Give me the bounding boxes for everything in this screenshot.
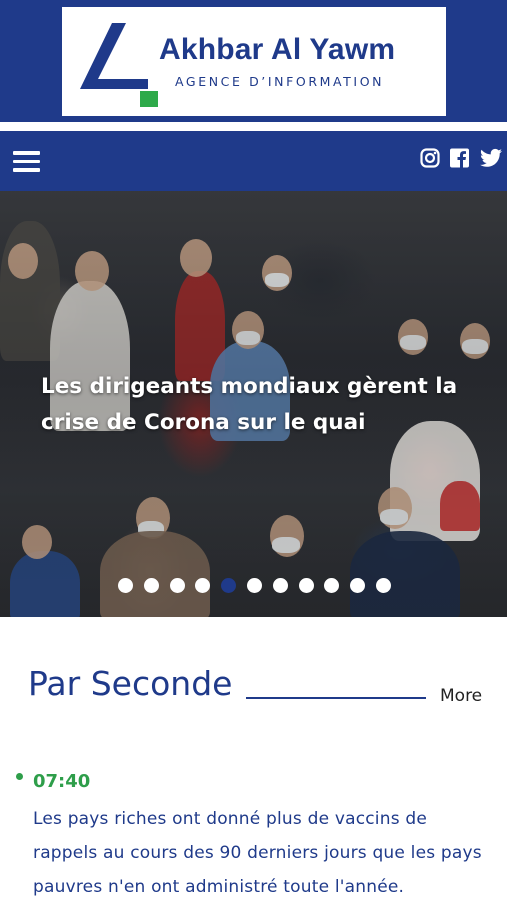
more-link[interactable]: More	[440, 686, 482, 706]
section-title: Par Seconde	[28, 664, 233, 703]
section-divider	[246, 697, 426, 699]
slider-dot[interactable]	[247, 578, 262, 593]
logo-tagline: AGENCE D’INFORMATION	[175, 74, 385, 89]
facebook-icon[interactable]	[450, 147, 469, 169]
site-logo[interactable]: Akhbar Al Yawm AGENCE D’INFORMATION	[62, 7, 446, 116]
news-item-text[interactable]: Les pays riches ont donné plus de vaccin…	[33, 802, 493, 904]
logo-title: Akhbar Al Yawm	[159, 33, 396, 66]
slider-dot[interactable]	[169, 578, 185, 593]
instagram-icon[interactable]	[420, 147, 440, 169]
slider-dot[interactable]	[272, 578, 288, 593]
slider-dot[interactable]	[376, 578, 391, 593]
hero-slider[interactable]: Les dirigeants mondiaux gèrent la crise …	[0, 191, 507, 617]
news-time: 07:40	[33, 771, 91, 792]
hero-headline[interactable]: Les dirigeants mondiaux gèrent la crise …	[41, 369, 481, 441]
slider-dot[interactable]	[298, 578, 314, 593]
logo-mark-icon	[80, 23, 158, 107]
news-bullet-icon	[16, 773, 23, 780]
twitter-icon[interactable]	[480, 147, 502, 169]
hamburger-menu-icon[interactable]	[13, 151, 40, 173]
slider-dot[interactable]	[118, 578, 133, 593]
slider-dot[interactable]	[143, 578, 159, 593]
